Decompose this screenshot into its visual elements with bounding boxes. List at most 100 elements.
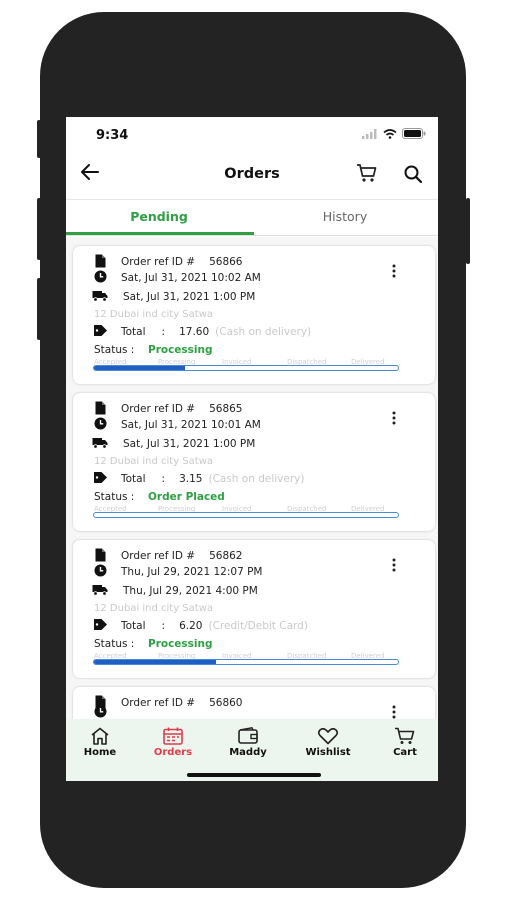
- order-card[interactable]: Order ref ID # 56866 Sat, Jul 31, 2021 10:…: [73, 246, 435, 384]
- order-total-row: Total: 3.15 (Cash on delivery): [94, 472, 305, 485]
- calendar-icon: [163, 727, 183, 745]
- document-icon: [95, 254, 106, 267]
- order-delivery-time: Sat, Jul 31, 2021 1:00 PM: [123, 291, 256, 303]
- nav-orders-label: Orders: [153, 747, 193, 758]
- nav-cart-label: Cart: [393, 747, 417, 758]
- order-progress-bar: [93, 659, 399, 665]
- nav-wishlist-label: Wishlist: [305, 747, 351, 758]
- order-address: 12 Dubai ind city Satwa: [94, 603, 214, 614]
- order-ref-label: Order ref ID #: [121, 403, 196, 415]
- order-payment-method: (Cash on delivery): [208, 473, 305, 485]
- nav-maddy-label: Maddy: [229, 747, 267, 758]
- document-icon: [95, 548, 106, 561]
- order-total-sep: :: [161, 326, 166, 338]
- tab-pending[interactable]: Pending: [66, 209, 252, 224]
- side-button-right: [466, 198, 470, 264]
- order-ref-row: Order ref ID # 56862: [95, 548, 243, 562]
- order-status-value: Processing: [148, 638, 213, 650]
- truck-icon: [92, 585, 108, 596]
- order-placed-time: Sat, Jul 31, 2021 10:02 AM: [121, 272, 261, 284]
- home-indicator: [187, 773, 321, 777]
- order-placed-time: Sat, Jul 31, 2021 10:01 AM: [121, 419, 261, 431]
- order-more-button[interactable]: [391, 557, 397, 576]
- order-placed-row: Thu, Jul 29, 2021 12:07 PM: [94, 564, 263, 578]
- wifi-icon: [383, 128, 397, 139]
- app-header: Orders: [66, 153, 438, 200]
- order-card[interactable]: Order ref ID # 56860: [73, 687, 435, 719]
- clock-icon: [94, 705, 107, 718]
- order-ref-id: 56862: [209, 550, 243, 562]
- tab-divider: [66, 235, 438, 236]
- order-progress-bar: [93, 365, 399, 371]
- home-icon: [91, 727, 109, 745]
- order-progress-fill: [94, 660, 216, 664]
- search-icon[interactable]: [403, 164, 423, 184]
- order-tabs: Pending History: [66, 200, 438, 236]
- order-total-row: Total: 17.60 (Cash on delivery): [94, 325, 311, 338]
- order-ref-label: Order ref ID #: [121, 697, 196, 709]
- order-ref-id: 56865: [209, 403, 243, 415]
- tag-icon: [94, 325, 107, 336]
- page-title: Orders: [224, 166, 280, 182]
- truck-icon: [92, 291, 108, 302]
- nav-wishlist[interactable]: Wishlist: [298, 727, 358, 758]
- order-placed-row: Sat, Jul 31, 2021 10:02 AM: [94, 270, 261, 284]
- cart-icon[interactable]: [356, 163, 378, 183]
- order-placed-row: Sat, Jul 31, 2021 10:01 AM: [94, 417, 261, 431]
- order-address: 12 Dubai ind city Satwa: [94, 456, 214, 467]
- nav-cart[interactable]: Cart: [375, 727, 435, 758]
- app-screen: 9:34 Orders Pending History Order ref ID…: [66, 117, 438, 781]
- battery-icon: [402, 128, 426, 139]
- more-options-icon[interactable]: [391, 705, 397, 719]
- nav-maddy[interactable]: Maddy: [218, 727, 278, 758]
- more-options-icon[interactable]: [391, 264, 397, 278]
- order-delivery-row: Sat, Jul 31, 2021 1:00 PM: [92, 291, 256, 303]
- signal-icon: [362, 128, 377, 139]
- status-time: 9:34: [96, 128, 129, 143]
- order-card[interactable]: Order ref ID # 56862 Thu, Jul 29, 2021 12:…: [73, 540, 435, 678]
- document-icon: [95, 401, 106, 414]
- order-ref-row: Order ref ID # 56865: [95, 401, 243, 415]
- order-placed-time: Thu, Jul 29, 2021 12:07 PM: [121, 566, 263, 578]
- status-bar: 9:34: [66, 117, 438, 153]
- order-delivery-time: Thu, Jul 29, 2021 4:00 PM: [123, 585, 258, 597]
- order-total-value: 17.60: [179, 326, 210, 338]
- status-icons: [362, 128, 426, 139]
- order-more-button[interactable]: [391, 410, 397, 429]
- order-status-label: Status :: [94, 491, 135, 503]
- bottom-navigation: Home Orders Maddy Wishlist Cart: [66, 719, 438, 781]
- order-more-button[interactable]: [391, 263, 397, 282]
- order-status-label: Status :: [94, 344, 135, 356]
- wallet-icon: [238, 727, 258, 744]
- truck-icon: [92, 438, 108, 449]
- clock-icon: [94, 270, 107, 283]
- cart-icon: [395, 727, 415, 744]
- more-options-icon[interactable]: [391, 411, 397, 425]
- order-delivery-time: Sat, Jul 31, 2021 1:00 PM: [123, 438, 256, 450]
- clock-icon: [94, 417, 107, 430]
- order-status-value: Processing: [148, 344, 213, 356]
- order-ref-id: 56860: [209, 697, 243, 709]
- order-total-sep: :: [161, 620, 166, 632]
- order-progress-fill: [94, 366, 185, 370]
- clock-icon: [94, 564, 107, 577]
- order-status-label: Status :: [94, 638, 135, 650]
- nav-orders[interactable]: Orders: [143, 727, 203, 758]
- order-payment-method: (Credit/Debit Card): [208, 620, 308, 632]
- nav-home[interactable]: Home: [70, 727, 130, 758]
- order-more-button[interactable]: [391, 704, 397, 719]
- tag-icon: [94, 472, 107, 483]
- more-options-icon[interactable]: [391, 558, 397, 572]
- order-list[interactable]: Order ref ID # 56866 Sat, Jul 31, 2021 10:…: [66, 237, 438, 719]
- heart-icon: [317, 727, 339, 745]
- order-total-sep: :: [161, 473, 166, 485]
- order-card[interactable]: Order ref ID # 56865 Sat, Jul 31, 2021 10:…: [73, 393, 435, 531]
- order-total-value: 3.15: [179, 473, 203, 485]
- order-total-label: Total: [121, 473, 146, 485]
- order-total-row: Total: 6.20 (Credit/Debit Card): [94, 619, 308, 632]
- tab-history[interactable]: History: [252, 209, 438, 224]
- order-ref-label: Order ref ID #: [121, 550, 196, 562]
- order-total-label: Total: [121, 326, 146, 338]
- order-ref-id: 56866: [209, 256, 243, 268]
- order-delivery-row: Thu, Jul 29, 2021 4:00 PM: [92, 585, 258, 597]
